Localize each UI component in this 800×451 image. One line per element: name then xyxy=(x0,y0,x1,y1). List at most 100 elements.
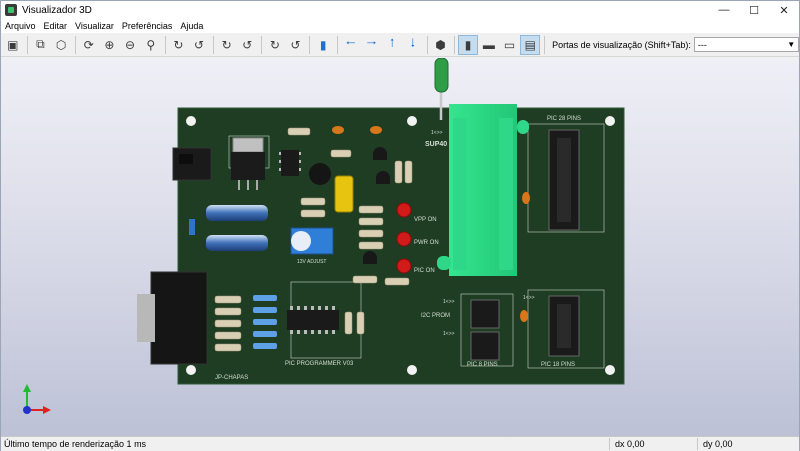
toolbar-separator xyxy=(212,35,214,54)
regulator-tab xyxy=(232,137,264,153)
label-pic-on: PIC ON xyxy=(414,268,435,274)
rotate-y-ccw-icon[interactable]: ↺ xyxy=(237,35,257,55)
pan-right-icon[interactable]: 🠂 xyxy=(362,35,382,55)
rotate-z-cw-icon[interactable]: ↻ xyxy=(265,35,285,55)
label-pin1-8b: 1<>> xyxy=(443,331,455,337)
dil-socket-28-cavity xyxy=(557,138,571,222)
zif-lever-handle xyxy=(434,58,449,93)
electrolytic-cap xyxy=(206,205,268,221)
window-title: Visualizador 3D xyxy=(22,4,92,16)
toolbar-separator xyxy=(74,35,76,54)
ceramic-cap xyxy=(332,126,344,134)
export-image-icon[interactable]: ▣ xyxy=(3,35,23,55)
zoom-in-icon[interactable]: ⊕ xyxy=(100,35,120,55)
mounting-hole xyxy=(186,116,196,126)
label-pic8: PIC 8 PINS xyxy=(467,362,498,368)
orthographic-icon[interactable]: ⬢ xyxy=(431,35,451,55)
status-divider xyxy=(697,438,698,450)
label-pin1-18: 1<>> xyxy=(523,295,535,301)
ceramic-cap xyxy=(520,310,528,322)
toolbar-separator xyxy=(454,35,456,54)
render-normal-icon[interactable]: ▮ xyxy=(458,34,478,55)
axis-x-arrow xyxy=(43,406,51,414)
led-red xyxy=(396,202,412,218)
copy-image-icon[interactable]: ⧉ xyxy=(31,35,51,55)
electrolytic-cap xyxy=(206,235,268,251)
rotate-y-cw-icon[interactable]: ↻ xyxy=(217,35,237,55)
toolbar-separator xyxy=(164,35,166,54)
dil-socket-8a xyxy=(470,299,500,329)
zoom-out-icon[interactable]: ⊖ xyxy=(120,35,140,55)
menu-ajuda[interactable]: Ajuda xyxy=(176,21,207,31)
window-controls: — ☐ ✕ xyxy=(709,1,799,19)
pan-down-icon[interactable]: 🠃 xyxy=(403,35,423,55)
render-outline-icon[interactable]: ▭ xyxy=(500,35,520,55)
app-3d-viewer-icon xyxy=(5,4,17,16)
dil-socket-18-cavity xyxy=(557,304,571,348)
minimize-button[interactable]: — xyxy=(709,1,739,19)
rotate-x-ccw-icon[interactable]: ↺ xyxy=(189,35,209,55)
mounting-hole xyxy=(186,365,196,375)
pan-left-icon[interactable]: 🠀 xyxy=(341,35,361,55)
toolbar-separator xyxy=(337,35,338,54)
flip-board-icon[interactable]: ▮ xyxy=(313,35,333,55)
toolbar-separator xyxy=(309,35,311,54)
3d-canvas[interactable]: SUP40 PIC 28 PINS PIC 18 PINS PIC 8 PINS… xyxy=(1,58,799,436)
label-pwr: PWR ON xyxy=(414,240,439,246)
render-shaded-icon[interactable]: ▤ xyxy=(520,34,541,55)
ceramic-cap xyxy=(370,126,382,134)
menu-arquivo[interactable]: Arquivo xyxy=(1,21,40,31)
menu-bar: Arquivo Editar Visualizar Preferências A… xyxy=(1,19,799,33)
status-divider xyxy=(609,438,610,450)
label-programmer: PIC PROGRAMMER V03 xyxy=(285,361,354,367)
toolbar-separator xyxy=(261,35,263,54)
label-volt: 13V ADJUST xyxy=(297,259,326,265)
led-red xyxy=(396,231,412,247)
label-pin1-8a: 1<>> xyxy=(443,299,455,305)
mounting-hole xyxy=(407,365,417,375)
reload-icon[interactable]: ⟳ xyxy=(79,35,99,55)
trimmer-knob xyxy=(291,231,311,251)
dx-readout: dx 0,00 xyxy=(615,439,645,449)
viewer-window: Visualizador 3D — ☐ ✕ Arquivo Editar Vis… xyxy=(0,0,800,451)
tantalum-cap xyxy=(334,175,354,213)
maximize-button[interactable]: ☐ xyxy=(739,1,769,19)
db9-shell xyxy=(137,294,155,342)
zif-socket-tab xyxy=(437,256,451,270)
label-i2c: I2C PROM xyxy=(421,313,450,319)
regulator-body xyxy=(231,152,265,180)
dy-readout: dy 0,00 xyxy=(703,439,733,449)
render-time-status: Último tempo de renderização 1 ms xyxy=(4,439,147,449)
ic-16pin xyxy=(287,310,339,330)
ceramic-cap xyxy=(522,192,530,204)
viewport-select[interactable]: --- ▼ xyxy=(693,37,800,52)
render-flat-icon[interactable]: ▬ xyxy=(479,35,499,55)
cube-settings-icon[interactable]: ⬡ xyxy=(51,35,71,55)
mounting-hole xyxy=(605,116,615,126)
viewport-label: Portas de visualização (Shift+Tab): xyxy=(552,39,691,50)
menu-preferencias[interactable]: Preferências xyxy=(118,21,177,31)
pan-up-icon[interactable]: 🠁 xyxy=(382,35,402,55)
toolbar-separator xyxy=(426,35,428,54)
label-pic28: PIC 28 PINS xyxy=(547,116,581,122)
toolbar-separator xyxy=(544,35,546,54)
zif-socket-left-pins xyxy=(453,118,467,270)
viewport-selected-value: --- xyxy=(697,39,707,50)
mounting-hole xyxy=(605,365,615,375)
axis-z xyxy=(23,406,31,414)
close-button[interactable]: ✕ xyxy=(769,1,799,19)
diode xyxy=(189,219,195,235)
led-red xyxy=(396,258,412,274)
menu-visualizar[interactable]: Visualizar xyxy=(71,21,118,31)
label-pic18: PIC 18 PINS xyxy=(541,362,575,368)
dil-socket-8b xyxy=(470,331,500,361)
rotate-x-cw-icon[interactable]: ↻ xyxy=(169,35,189,55)
menu-editar[interactable]: Editar xyxy=(40,21,72,31)
zif-socket-tab xyxy=(517,120,529,134)
zoom-fit-icon[interactable]: ⚲ xyxy=(141,35,161,55)
label-vpp: VPP ON xyxy=(414,217,437,223)
rotate-z-ccw-icon[interactable]: ↺ xyxy=(286,35,306,55)
axis-y-arrow xyxy=(23,384,31,392)
electrolytic-cap-top xyxy=(309,163,331,185)
chevron-down-icon: ▼ xyxy=(787,40,796,49)
